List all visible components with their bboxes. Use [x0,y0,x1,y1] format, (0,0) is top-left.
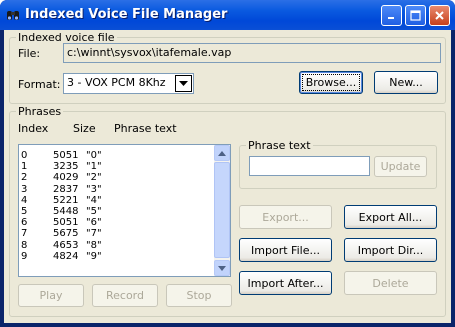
format-select-value: 3 - VOX PCM 8Khz [67,76,166,89]
list-item-index: 1 [21,161,28,173]
list-item-size: 5448 [53,206,79,217]
list-item[interactable]: 1 3235 "1" [19,161,214,172]
list-item-index: 3 [21,183,28,195]
format-select[interactable]: 3 - VOX PCM 8Khz [63,73,194,94]
file-path-field[interactable]: c:\winnt\sysvox\itafemale.vap [63,43,441,63]
close-button[interactable] [429,5,450,26]
list-item[interactable]: 7 5675 "7" [19,228,214,239]
list-item-size: 5675 [53,228,79,240]
list-item-phrase-text: "9" [86,250,102,262]
list-item-index: 7 [21,228,28,240]
list-item-index: 9 [21,250,28,262]
format-dropdown-button[interactable] [175,75,192,92]
list-item[interactable]: 6 5051 "6" [19,217,214,228]
list-item-size: 4029 [53,172,79,184]
list-item[interactable]: 3 2837 "3" [19,184,214,195]
list-item-size: 3235 [53,161,79,173]
phrase-text-input[interactable] [249,156,370,176]
minimize-icon [388,17,394,19]
list-item-size: 5051 [53,217,79,229]
stop-button[interactable]: Stop [166,284,232,307]
list-item-index: 8 [21,239,28,251]
list-item-index: 2 [21,172,28,184]
list-item-size: 5051 [53,150,79,161]
phrases-group-label: Phrases [16,105,64,118]
import-after-button[interactable]: Import After... [239,271,332,295]
close-icon [435,11,444,20]
list-item-phrase-text: "5" [86,206,102,217]
list-item-index: 4 [21,194,28,206]
new-button[interactable]: New... [374,71,438,94]
phrase-text-group-label: Phrase text [246,139,313,152]
column-header-phrase-text: Phrase text [114,122,177,135]
list-item-size: 4653 [53,239,79,251]
format-label: Format: [18,78,61,91]
export-all-button[interactable]: Export All... [344,205,437,229]
list-item-size: 5221 [53,194,79,206]
play-button[interactable]: Play [18,284,84,307]
list-item[interactable]: 2 4029 "2" [19,172,214,183]
browse-button[interactable]: Browse... [299,71,363,94]
scroll-down-icon [218,265,226,271]
file-label: File: [18,47,41,60]
scroll-up-button[interactable] [214,145,230,161]
column-header-size: Size [73,122,96,135]
update-button[interactable]: Update [374,156,427,177]
list-item-phrase-text: "6" [86,217,102,229]
dialog-client-area: Indexed voice file File: c:\winnt\sysvox… [4,30,451,323]
import-file-button[interactable]: Import File... [239,238,332,262]
minimize-button[interactable] [381,5,402,26]
list-item[interactable]: 5 5448 "5" [19,206,214,217]
title-bar[interactable]: Indexed Voice File Manager [0,0,455,30]
maximize-icon [410,10,421,21]
list-item[interactable]: 0 5051 "0" [19,150,214,161]
list-item-phrase-text: "4" [86,194,102,206]
export-button[interactable]: Export... [239,205,332,229]
main-window: Indexed Voice File Manager Indexed voice… [0,0,455,327]
import-dir-button[interactable]: Import Dir... [344,238,437,262]
list-item-size: 4824 [53,250,79,262]
phrases-list[interactable]: 0 5051 "0" 1 3235 "1" 2 4029 "2" 3 2837 "3" 4 5221 "4"… [18,144,231,277]
list-item-index: 5 [21,206,28,217]
record-button[interactable]: Record [92,284,158,307]
delete-button[interactable]: Delete [344,271,437,295]
list-item[interactable]: 4 5221 "4" [19,195,214,206]
list-item-phrase-text: "1" [86,161,102,173]
phrase-text-group: Phrase text Update [239,139,437,189]
indexed-voice-file-group: Indexed voice file File: c:\winnt\sysvox… [9,31,446,104]
binoculars-icon [7,11,19,20]
window-title: Indexed Voice File Manager [25,7,228,22]
scroll-up-icon [218,150,226,156]
list-item-index: 6 [21,217,28,229]
phrases-group: Phrases Index Size Phrase text 0 5051 "0" 1… [9,105,446,317]
scroll-thumb[interactable] [214,162,230,258]
list-item[interactable]: 8 4653 "8" [19,240,214,251]
list-item-phrase-text: "2" [86,172,102,184]
list-item-size: 2837 [53,183,79,195]
scroll-down-button[interactable] [214,260,230,276]
column-header-index: Index [18,122,49,135]
maximize-button[interactable] [405,5,426,26]
list-item[interactable]: 9 4824 "9" [19,251,214,262]
phrases-scrollbar[interactable] [214,145,230,276]
chevron-down-icon [179,80,188,86]
list-item-phrase-text: "8" [86,239,102,251]
list-item-phrase-text: "0" [86,150,102,161]
list-item-index: 0 [21,150,28,161]
list-item-phrase-text: "3" [86,183,102,195]
list-item-phrase-text: "7" [86,228,102,240]
